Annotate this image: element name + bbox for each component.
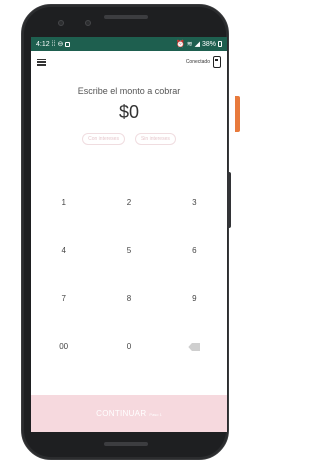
key-6[interactable]: 6 xyxy=(162,240,227,262)
connection-status[interactable]: Conectado xyxy=(186,56,221,68)
app-notification-icon xyxy=(65,41,71,47)
earpiece-speaker xyxy=(104,15,148,19)
chip-without-interest[interactable]: Sin intereses xyxy=(134,133,176,145)
wifi-icon: ≋ xyxy=(186,41,193,48)
alarm-icon: ⏰ xyxy=(176,41,185,48)
sensor-icon xyxy=(85,20,91,26)
backspace-icon xyxy=(188,343,201,351)
continue-sub-label: Paso 1 xyxy=(149,412,162,417)
key-1[interactable]: 1 xyxy=(31,192,96,214)
key-0[interactable]: 0 xyxy=(96,336,161,358)
battery-level: 38% xyxy=(201,40,216,48)
key-00[interactable]: 00 xyxy=(31,336,96,358)
interest-options: Con intereses Sin intereses xyxy=(31,133,227,145)
numeric-keypad: 1 2 3 4 5 6 7 8 9 00 0 xyxy=(31,192,227,358)
key-9[interactable]: 9 xyxy=(162,288,227,310)
key-8[interactable]: 8 xyxy=(96,288,161,310)
signal-icon: ◢ xyxy=(194,41,200,48)
key-2[interactable]: 2 xyxy=(96,192,161,214)
power-button xyxy=(235,96,240,132)
menu-icon[interactable] xyxy=(37,58,46,66)
amount-prompt: Escribe el monto a cobrar xyxy=(77,86,181,96)
key-3[interactable]: 3 xyxy=(162,192,227,214)
continue-label: CONTINUAR xyxy=(96,409,147,418)
key-7[interactable]: 7 xyxy=(31,288,96,310)
battery-icon xyxy=(218,41,222,47)
key-5[interactable]: 5 xyxy=(96,240,161,262)
chip-with-interest[interactable]: Con intereses xyxy=(82,133,125,145)
connection-label: Conectado xyxy=(185,59,210,65)
dnd-icon: ⊖ xyxy=(57,41,64,48)
app-bar: Conectado xyxy=(31,51,227,73)
status-bar: 4:12 ⁞⁞ ⊖ ⏰ ≋ ◢ 38% xyxy=(31,37,227,51)
backspace-key[interactable] xyxy=(162,336,227,358)
app-screen: 4:12 ⁞⁞ ⊖ ⏰ ≋ ◢ 38% Conectado Escribe el… xyxy=(31,37,227,432)
bottom-speaker xyxy=(104,442,148,446)
front-camera-icon xyxy=(58,20,64,26)
amount-display: $0 xyxy=(118,102,140,122)
status-time: 4:12 xyxy=(36,40,50,48)
notification-icon: ⁞⁞ xyxy=(51,40,56,48)
volume-button xyxy=(227,172,231,228)
key-4[interactable]: 4 xyxy=(31,240,96,262)
continue-button[interactable]: CONTINUAR Paso 1 xyxy=(31,395,227,432)
card-terminal-icon xyxy=(213,56,221,68)
